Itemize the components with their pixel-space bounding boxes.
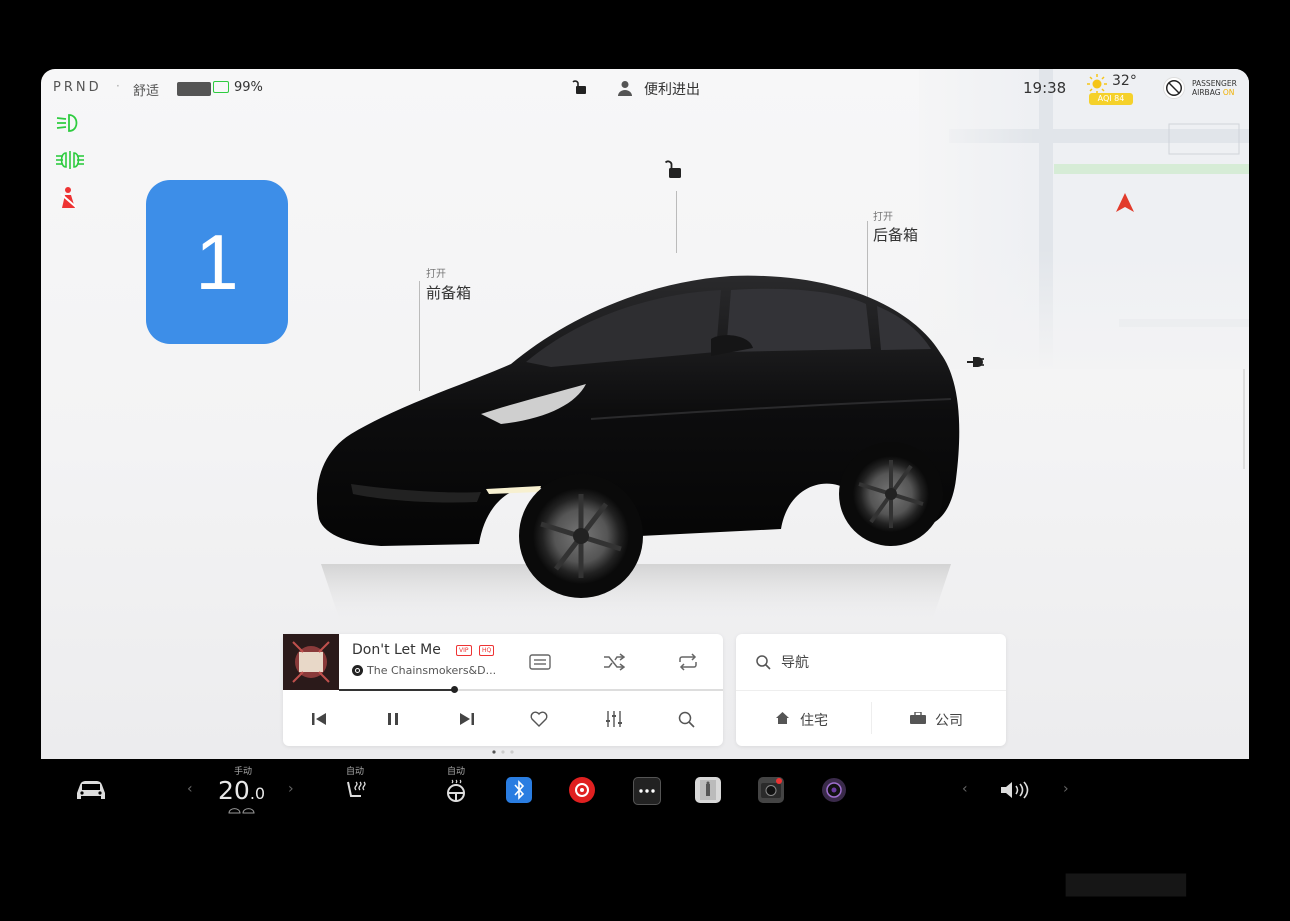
next-track-icon[interactable] xyxy=(459,712,475,726)
watermark: ▆▆▆▆▆▆ xyxy=(1060,862,1280,900)
nav-vertical-divider xyxy=(871,702,872,734)
airbag-off-icon xyxy=(1163,77,1185,99)
hq-tag: HQ xyxy=(479,645,495,656)
page-indicator[interactable] xyxy=(491,749,521,755)
nav-divider xyxy=(736,690,1006,691)
playback-progress[interactable] xyxy=(339,686,723,693)
media-player-card[interactable]: Don't Let Me VIP HQ The Chainsmokers&D..… xyxy=(283,634,723,746)
step-badge: 1 xyxy=(146,180,288,344)
nav-work-button[interactable]: 公司 xyxy=(935,710,963,730)
seatbelt-warning-icon xyxy=(60,187,77,208)
taskbar: ‹ 手动 20.0 › 自动 自动 ‹ › xyxy=(41,759,1249,859)
lyrics-icon[interactable] xyxy=(529,654,551,670)
outside-temperature: 32° xyxy=(1112,73,1137,89)
briefcase-icon[interactable] xyxy=(910,712,926,724)
user-profile-label[interactable]: 便利进出 xyxy=(644,79,700,99)
vip-tag: VIP xyxy=(456,645,472,656)
nav-home-button[interactable]: 住宅 xyxy=(800,710,828,730)
lock-callout-line xyxy=(676,191,677,253)
song-title: Don't Let Me xyxy=(352,642,441,658)
clock: 19:38 xyxy=(1023,79,1067,97)
bluetooth-icon[interactable] xyxy=(506,777,532,803)
navigation-card[interactable]: 导航 住宅 公司 xyxy=(736,634,1006,746)
trunk-button[interactable]: 后备箱 xyxy=(873,224,918,245)
pause-icon[interactable] xyxy=(386,712,400,726)
low-beam-icon xyxy=(56,114,78,132)
wheel-heater-mode: 自动 xyxy=(447,767,466,777)
volume-icon[interactable] xyxy=(999,779,1031,801)
airbag-state: ON xyxy=(1222,88,1235,97)
drive-mode: 舒适 xyxy=(133,84,160,99)
equalizer-icon[interactable] xyxy=(604,710,624,728)
netease-music-icon xyxy=(352,665,363,676)
volume-increase-button[interactable]: › xyxy=(1063,781,1069,797)
camera-app-icon[interactable] xyxy=(821,777,847,803)
nav-search-icon[interactable] xyxy=(756,655,771,670)
fog-light-icon xyxy=(56,151,84,169)
shuffle-icon[interactable] xyxy=(603,653,625,671)
progress-fill xyxy=(339,689,455,691)
battery-percent: 99% xyxy=(234,80,263,95)
temp-increase-button[interactable]: › xyxy=(288,781,294,797)
progress-knob[interactable] xyxy=(451,686,459,693)
front-wheel xyxy=(519,474,643,598)
nav-search-input[interactable]: 导航 xyxy=(781,652,809,672)
seat-heater-icon[interactable] xyxy=(344,779,368,803)
favorite-icon[interactable] xyxy=(530,711,548,727)
music-search-icon[interactable] xyxy=(678,711,695,728)
cabin-temperature[interactable]: 20.0 xyxy=(218,776,265,805)
scrollbar[interactable] xyxy=(1243,369,1245,469)
manual-icon[interactable] xyxy=(695,777,721,803)
tesla-screen: PRND · 舒适 99% 便利进出 19:38 32° AQI 84 PASS… xyxy=(41,69,1249,759)
aqi-badge: AQI 84 xyxy=(1089,93,1133,105)
car-icon[interactable] xyxy=(75,779,107,801)
temp-decrease-button[interactable]: ‹ xyxy=(187,781,193,797)
charging-icon xyxy=(213,81,229,93)
separator: · xyxy=(116,79,120,93)
volume-decrease-button[interactable]: ‹ xyxy=(962,781,968,797)
steering-wheel-heater-icon[interactable] xyxy=(445,779,467,803)
defrost-icon[interactable] xyxy=(228,808,256,818)
seat-heater-mode: 自动 xyxy=(346,767,365,777)
user-icon[interactable] xyxy=(618,80,632,96)
svg-text:▆▆▆▆▆▆: ▆▆▆▆▆▆ xyxy=(1065,867,1187,897)
sun-icon xyxy=(1087,74,1107,94)
home-icon[interactable] xyxy=(776,712,789,724)
car-model-image[interactable] xyxy=(311,264,971,624)
previous-track-icon[interactable] xyxy=(311,712,327,726)
gear-selector: PRND xyxy=(53,80,102,95)
dashcam-icon[interactable] xyxy=(758,777,784,803)
unlock-icon[interactable] xyxy=(572,79,588,95)
door-lock-icon[interactable] xyxy=(665,159,683,179)
battery-bar xyxy=(177,82,211,96)
rear-wheel xyxy=(839,442,943,546)
passenger-airbag-status: PASSENGER AIRBAG ON xyxy=(1192,79,1237,97)
netease-music-app-icon[interactable] xyxy=(569,777,595,803)
repeat-icon[interactable] xyxy=(677,653,699,671)
trunk-action[interactable]: 打开 xyxy=(873,208,893,223)
more-apps-icon[interactable] xyxy=(633,777,661,805)
song-artist: The Chainsmokers&D... xyxy=(367,664,497,677)
album-art[interactable] xyxy=(283,634,339,690)
